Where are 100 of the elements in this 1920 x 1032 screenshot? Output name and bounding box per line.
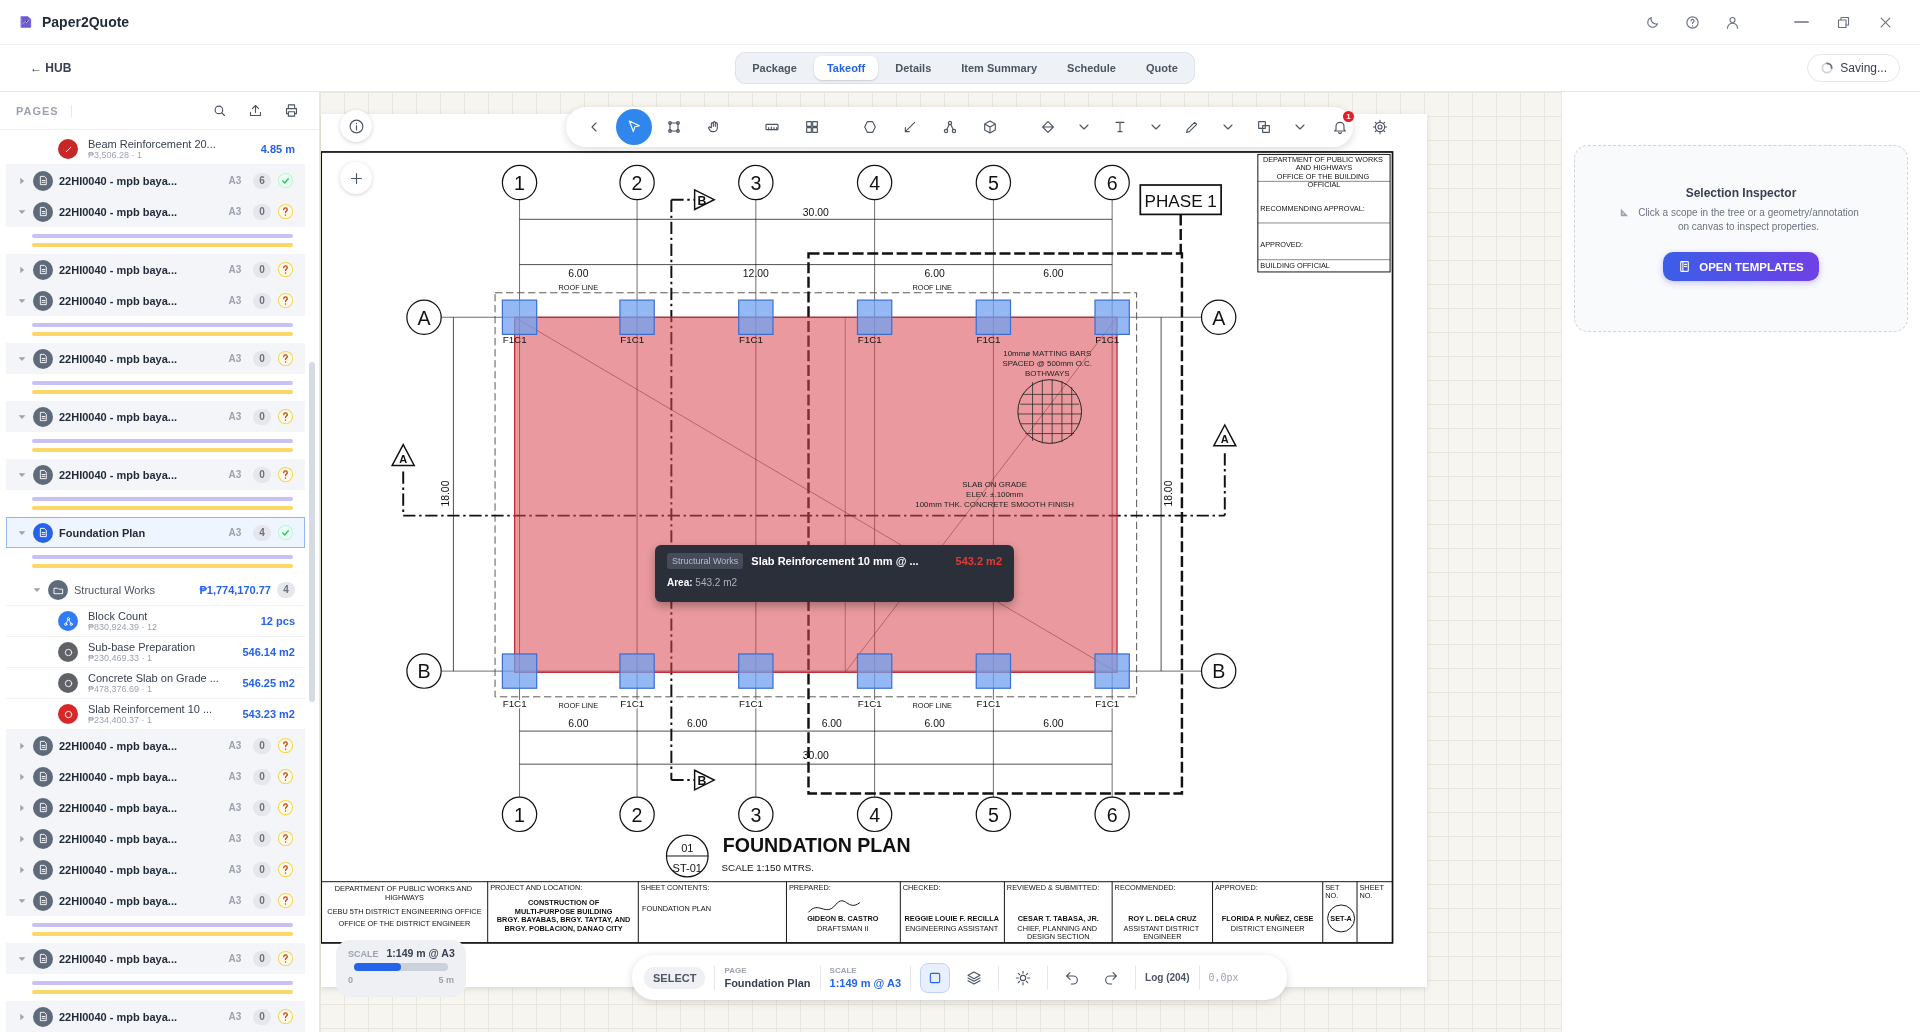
column-tag: F1C1	[620, 697, 645, 709]
page-row[interactable]: 22HI0040 - mpb baya... A3 0	[6, 885, 305, 916]
info-button[interactable]	[340, 110, 372, 142]
page-row[interactable]: 22HI0040 - mpb baya... A3 0	[6, 730, 305, 761]
page-size: A3	[227, 864, 243, 875]
roof-line-label: ROOF LINE	[558, 700, 599, 710]
count-badge: 0	[253, 350, 271, 367]
dimension-label: 6.00	[568, 267, 589, 279]
page-label: PAGE	[724, 966, 748, 975]
page-row[interactable]: 22HI0040 - mpb baya... A3 0	[6, 1001, 305, 1032]
pointer-tool[interactable]	[616, 109, 652, 145]
page-row[interactable]: 22HI0040 - mpb baya... A3 0	[6, 343, 305, 374]
sheet-reference-bubble: 01 ST-01	[665, 834, 709, 878]
page-icon	[33, 1006, 53, 1027]
text-icon	[1112, 119, 1128, 135]
page-row[interactable]: 22HI0040 - mpb baya... A3 0	[6, 196, 305, 227]
tooltip-title: Slab Reinforcement 10 mm @ ...	[751, 555, 920, 567]
count-badge: 0	[253, 861, 271, 878]
column-footing-marker	[738, 299, 774, 335]
page-size: A3	[227, 206, 243, 217]
pen-icon	[1184, 119, 1200, 135]
title-block-label: CHECKED:	[902, 883, 941, 893]
takeoff-item[interactable]: Sub-base Preparation ₱230,469.33 · 1 546.14 m2	[6, 637, 305, 668]
page-icon	[33, 348, 53, 369]
tab[interactable]: Details	[882, 56, 945, 80]
dimension-label: 30.00	[802, 750, 829, 762]
minimize-icon	[1793, 20, 1809, 24]
layers-icon	[966, 969, 983, 986]
tab[interactable]: Takeoff	[813, 56, 879, 80]
page-name: 22HI0040 - mpb baya...	[59, 770, 178, 783]
page-row[interactable]: 22HI0040 - mpb baya... A3 0	[6, 792, 305, 823]
signatory-name: FLORIDA P. NUÑEZ, CESE	[1221, 913, 1314, 923]
phase-label: PHASE 1	[1139, 184, 1222, 216]
count-badge: 0	[253, 261, 271, 278]
page-row[interactable]: Foundation Plan A3 4	[6, 517, 305, 548]
user-icon	[1724, 14, 1740, 30]
page-size: A3	[227, 295, 243, 306]
count-badge: 0	[253, 830, 271, 847]
square-button[interactable]	[920, 962, 951, 993]
count-badge: 4	[277, 582, 295, 598]
settings-icon	[1372, 119, 1388, 135]
app-title: Paper2Quote	[42, 14, 130, 30]
item-name: Beam Reinforcement 20...	[88, 138, 217, 150]
scope-row[interactable]: Structural Works ₱1,774,170.77 4	[6, 575, 305, 606]
item-name: Slab Reinforcement 10 ...	[88, 703, 214, 715]
page-row[interactable]: 22HI0040 - mpb baya... A3 0	[6, 761, 305, 792]
tab[interactable]: Schedule	[1054, 56, 1129, 80]
signatory-role: ENGINEERING ASSISTANT	[905, 923, 999, 933]
set-number-bubble: SET-A	[1327, 904, 1356, 933]
roof-line-label: ROOF LINE	[912, 282, 952, 292]
page-row[interactable]: 22HI0040 - mpb baya... A3 0	[6, 285, 305, 316]
signatory-name: REGGIE LOUIE F. RECILLA	[904, 913, 999, 923]
takeoff-item[interactable]: Concrete Slab on Grade ... ₱478,376.69 · 1 546.25 m2	[6, 668, 305, 699]
page-icon	[33, 766, 53, 787]
tab[interactable]: Package	[739, 56, 810, 80]
project-title: CONSTRUCTION OF MULTI-PURPOSE BUILDING BRGY. BAYABAS, BRGY. TAYTAY, AND BRGY. POBLACION, DANAO CITY	[496, 897, 631, 933]
brightness-icon	[1015, 969, 1032, 986]
title-block-label: SHEET NO.	[1359, 883, 1384, 901]
notification-tool[interactable]: 1	[1322, 109, 1358, 145]
diamond-icon	[1040, 119, 1056, 135]
page-row[interactable]: 22HI0040 - mpb baya... A3 0	[6, 254, 305, 285]
pages-heading: PAGES	[16, 104, 72, 117]
tab[interactable]: Quote	[1133, 56, 1191, 80]
title-block-text: RECOMMENDING APPROVAL:	[1260, 203, 1365, 213]
grid-bubble: 1	[501, 164, 538, 201]
drawing-title: FOUNDATION PLAN	[722, 834, 911, 857]
takeoff-item[interactable]: Block Count ₱830,924.39 · 12 12 pcs	[6, 606, 305, 637]
tab[interactable]: Item Summary	[948, 56, 1051, 80]
page-icon	[33, 464, 53, 485]
page-row[interactable]: 22HI0040 - mpb baya... A3 0	[6, 854, 305, 885]
page-row[interactable]: 22HI0040 - mpb baya... A3 0	[6, 823, 305, 854]
scrollbar[interactable]	[309, 362, 315, 702]
section-marker: B	[693, 769, 716, 792]
book-icon	[1678, 260, 1692, 273]
log-button[interactable]: Log (204)	[1145, 972, 1190, 983]
page-row[interactable]: 22HI0040 - mpb baya... A3 6	[6, 165, 305, 196]
cursor-coordinates: 0,0px	[1208, 972, 1239, 983]
open-templates-button[interactable]: OPEN TEMPLATES	[1663, 252, 1819, 281]
title-block-label: SET NO.	[1325, 883, 1340, 901]
page-name: 22HI0040 - mpb baya...	[59, 263, 178, 276]
page-size: A3	[227, 895, 243, 906]
page-row[interactable]: 22HI0040 - mpb baya... A3 0	[6, 459, 305, 490]
line-icon	[902, 119, 918, 135]
column-tag: F1C1	[976, 697, 1001, 709]
title-block-label: SHEET CONTENTS:	[640, 883, 710, 893]
plan-note: 10mmø MATTING BARS SPACED @ 500mm O.C. BOTHWAYS	[1002, 349, 1092, 378]
column-footing-marker	[975, 299, 1012, 335]
title-block-text: OFFICE OF THE BUILDING OFFICIAL	[1276, 171, 1370, 189]
saving-text: Saving...	[1840, 61, 1887, 75]
page-name: 22HI0040 - mpb baya...	[59, 410, 178, 423]
scope-name: Structural Works	[74, 584, 157, 596]
page-row[interactable]: 22HI0040 - mpb baya... A3 0	[6, 401, 305, 432]
count-badge: 6	[253, 172, 271, 189]
page-name: 22HI0040 - mpb baya...	[59, 739, 178, 752]
back-link[interactable]: ← HUB	[30, 61, 72, 75]
mode-badge: SELECT	[644, 966, 706, 989]
page-row[interactable]: 22HI0040 - mpb baya... A3 0	[6, 943, 305, 974]
signature-mark	[808, 900, 861, 913]
page-value: Foundation Plan	[724, 977, 811, 989]
page-icon	[33, 522, 53, 543]
